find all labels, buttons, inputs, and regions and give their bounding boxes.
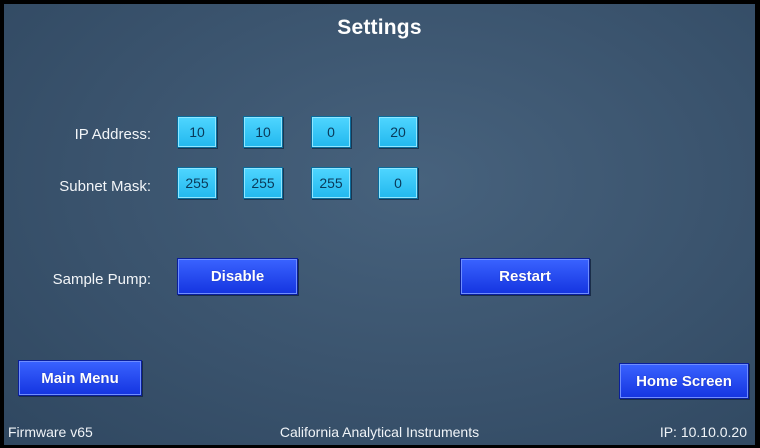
ip-octet-4-field[interactable]: 20 — [378, 116, 418, 148]
page-title: Settings — [337, 16, 422, 39]
subnet-octet-2-field[interactable]: 255 — [243, 167, 283, 199]
restart-button[interactable]: Restart — [460, 258, 590, 295]
subnet-octet-3-field[interactable]: 255 — [311, 167, 351, 199]
subnet-mask-label: Subnet Mask: — [59, 178, 151, 195]
company-name: California Analytical Instruments — [279, 424, 480, 440]
subnet-octet-4-field[interactable]: 0 — [378, 167, 418, 199]
ip-address-label: IP Address: — [74, 126, 151, 143]
ip-octet-1-field[interactable]: 10 — [177, 116, 217, 148]
subnet-octet-1-field[interactable]: 255 — [177, 167, 217, 199]
settings-screen: Settings IP Address: 10 10 0 20 Subnet M… — [4, 4, 755, 445]
main-menu-button[interactable]: Main Menu — [18, 360, 142, 396]
sample-pump-label: Sample Pump: — [52, 271, 151, 288]
ip-octet-2-field[interactable]: 10 — [243, 116, 283, 148]
disable-pump-button[interactable]: Disable — [177, 258, 298, 295]
ip-status: IP: 10.10.0.20 — [659, 424, 747, 440]
ip-octet-3-field[interactable]: 0 — [311, 116, 351, 148]
home-screen-button[interactable]: Home Screen — [619, 363, 749, 399]
